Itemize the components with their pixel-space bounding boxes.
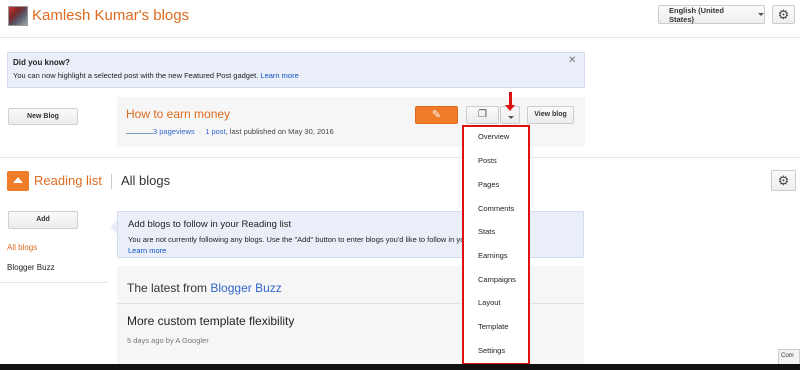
- chevron-up-icon: [13, 177, 23, 183]
- notice-title: Did you know?: [13, 58, 70, 67]
- blog-stats: 3 pageviews · 1 post, last published on Ma…: [126, 126, 334, 136]
- blog-avatar: [8, 6, 28, 26]
- info-learn-more-link[interactable]: Learn more: [128, 246, 166, 255]
- info-box-pointer: [110, 220, 117, 234]
- new-post-button[interactable]: ✎: [415, 106, 458, 124]
- annotation-arrow-icon: [505, 105, 515, 111]
- latest-source-link[interactable]: Blogger Buzz: [210, 281, 281, 295]
- did-you-know-notice: [7, 52, 585, 88]
- add-blog-button[interactable]: Add: [8, 211, 78, 229]
- notice-text: You can now highlight a selected post wi…: [13, 71, 299, 80]
- gear-icon: ⚙: [777, 7, 790, 22]
- view-blog-button[interactable]: View blog: [527, 106, 574, 124]
- notice-learn-more-link[interactable]: Learn more: [260, 71, 298, 80]
- post-title-link[interactable]: More custom template flexibility: [127, 314, 294, 328]
- sidebar-item-all-blogs[interactable]: All blogs: [7, 243, 37, 252]
- reading-list-title: Reading list: [34, 173, 102, 188]
- reading-list-settings-button[interactable]: ⚙: [771, 170, 796, 191]
- last-published-text: , last published on May 30, 2016: [225, 127, 334, 136]
- bottom-strip: [0, 364, 800, 370]
- menu-item-stats[interactable]: Stats: [478, 227, 495, 236]
- chevron-down-icon: [508, 116, 514, 119]
- annotation-arrow-shaft: [509, 92, 512, 106]
- menu-item-settings[interactable]: Settings: [478, 346, 505, 355]
- menu-item-template[interactable]: Template: [478, 322, 508, 331]
- stats-separator: ·: [198, 127, 202, 136]
- info-title: Add blogs to follow in your Reading list: [128, 219, 292, 230]
- pencil-icon: ✎: [431, 109, 442, 121]
- gear-icon: ⚙: [777, 173, 790, 188]
- sidebar-divider: [0, 282, 108, 283]
- posts-link[interactable]: 1 post: [205, 127, 225, 136]
- menu-item-pages[interactable]: Pages: [478, 180, 499, 189]
- menu-item-comments[interactable]: Comments: [478, 204, 514, 213]
- new-blog-button[interactable]: New Blog: [8, 108, 78, 125]
- language-label: English (United States): [669, 5, 724, 24]
- latest-prefix: The latest from: [127, 281, 208, 295]
- menu-item-earnings[interactable]: Earnings: [478, 251, 508, 260]
- notice-body: You can now highlight a selected post wi…: [13, 71, 259, 80]
- menu-item-layout[interactable]: Layout: [478, 298, 501, 307]
- site-title[interactable]: Kamlesh Kumar's blogs: [32, 7, 189, 24]
- menu-item-posts[interactable]: Posts: [478, 156, 497, 165]
- title-divider: [111, 174, 112, 189]
- section-divider: [0, 157, 800, 158]
- copy-icon: ❐: [478, 109, 487, 120]
- close-icon[interactable]: ✕: [568, 55, 576, 66]
- post-meta: 5 days ago by A Googler: [127, 336, 209, 345]
- menu-item-overview[interactable]: Overview: [478, 132, 509, 141]
- posts-list-button[interactable]: ❐: [466, 106, 499, 124]
- menu-item-campaigns[interactable]: Campaigns: [478, 275, 516, 284]
- settings-gear-button[interactable]: ⚙: [772, 5, 795, 24]
- blog-title-link[interactable]: How to earn money: [126, 107, 230, 121]
- language-selector[interactable]: English (United States): [658, 5, 765, 24]
- latest-heading: The latest from Blogger Buzz: [127, 281, 282, 295]
- info-text: You are not currently following any blog…: [128, 235, 517, 244]
- chevron-down-icon: [758, 13, 764, 16]
- reading-list-collapse-button[interactable]: [7, 171, 29, 191]
- pageviews-link[interactable]: 3 pageviews: [153, 127, 195, 136]
- all-blogs-heading: All blogs: [121, 173, 171, 188]
- sidebar-item-blogger-buzz[interactable]: Blogger Buzz: [7, 263, 55, 272]
- blog-dropdown-menu: Overview Posts Pages Comments Stats Earn…: [462, 125, 530, 365]
- corner-tab[interactable]: Com: [778, 349, 800, 365]
- blog-stats-underline: [126, 126, 153, 134]
- header-divider: [0, 37, 800, 38]
